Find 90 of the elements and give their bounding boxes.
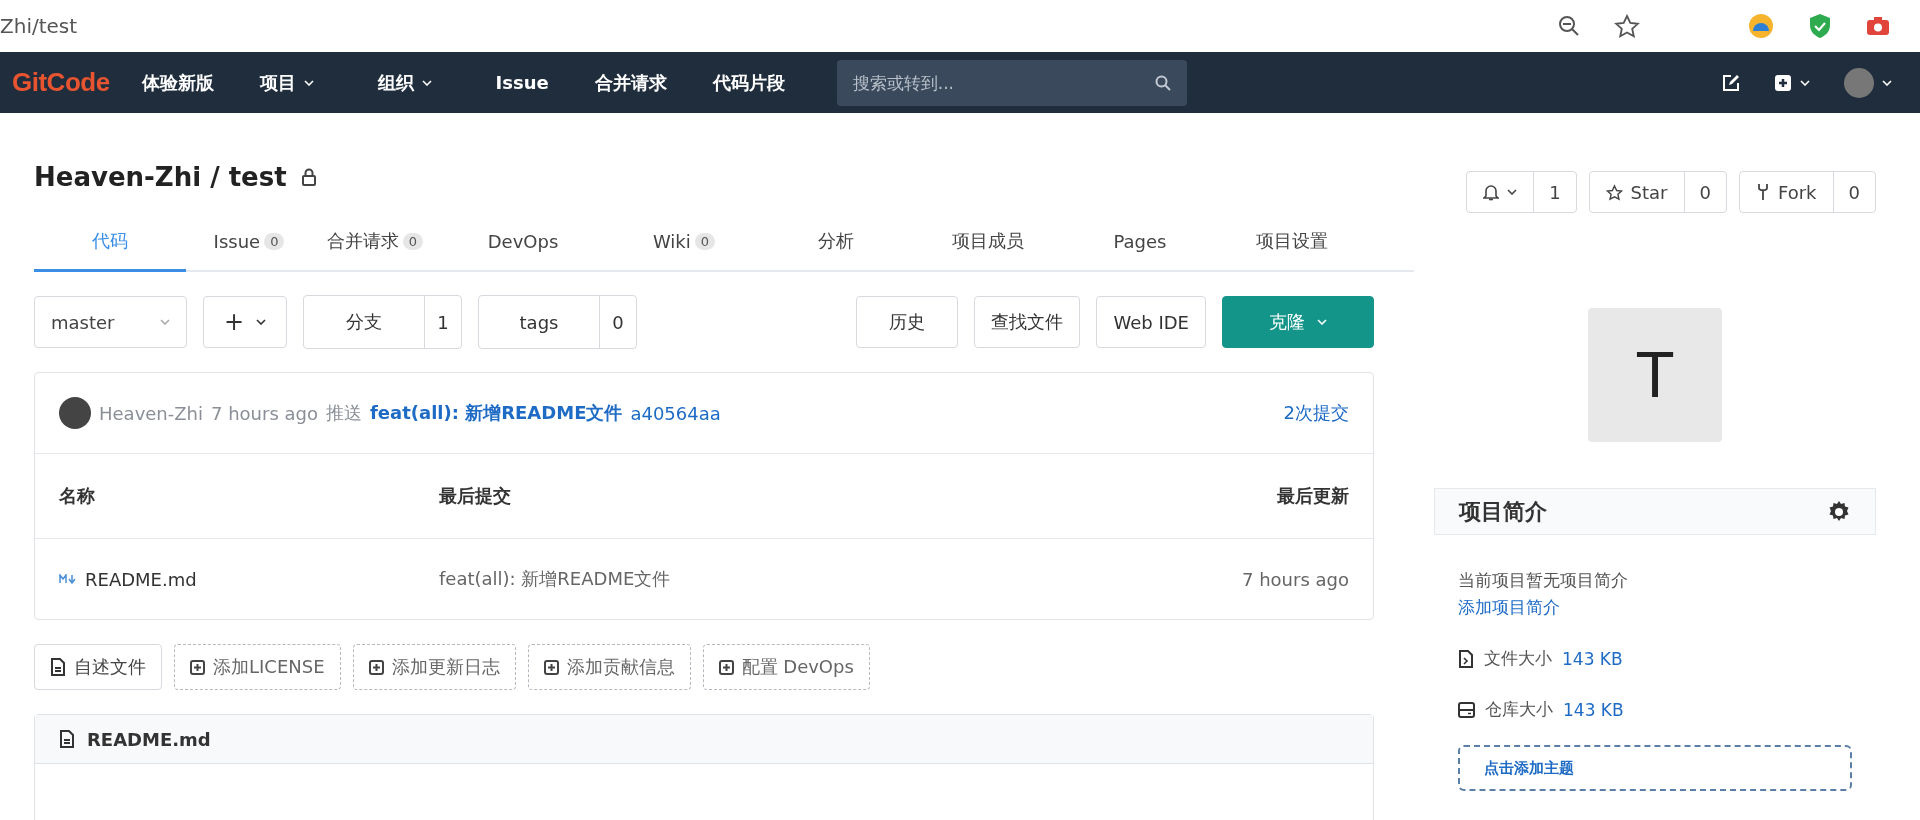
add-description-link[interactable]: 添加项目简介 (1458, 596, 1560, 619)
size-label: 仓库大小 (1485, 698, 1553, 721)
extension-icon[interactable] (1748, 13, 1774, 39)
nav-link[interactable]: 体验新版 (141, 70, 214, 95)
document-icon (59, 730, 75, 748)
plus-square-icon (543, 659, 559, 675)
zoom-out-icon[interactable] (1558, 15, 1580, 37)
tag-count[interactable]: 0 (600, 296, 636, 348)
fork-button[interactable]: Fork (1740, 172, 1834, 212)
add-file-button[interactable]: 添加LICENSE (174, 644, 341, 690)
add-file-button[interactable]: 添加更新日志 (352, 644, 516, 690)
commit-action: 推送 (326, 401, 362, 425)
markdown-icon (59, 574, 77, 584)
camera-icon[interactable] (1866, 16, 1890, 36)
caret-icon (160, 319, 170, 325)
branch-count[interactable]: 1 (425, 296, 461, 348)
add-file-button[interactable]: 配置 DevOps (702, 644, 870, 690)
count-badge: 0 (402, 232, 424, 250)
about-title: 项目简介 (1459, 497, 1547, 526)
logo[interactable]: GitCode (12, 67, 110, 98)
add-topic-button[interactable]: 点击添加主题 (1458, 745, 1852, 791)
tab[interactable]: DevOps (438, 215, 608, 272)
repo-title: Heaven-Zhi / test (34, 162, 287, 192)
shield-icon[interactable] (1808, 13, 1832, 39)
plus-square-icon (190, 659, 205, 675)
readme-button[interactable]: 自述文件 (34, 644, 162, 690)
plus-square-icon (368, 659, 384, 675)
branches-button[interactable]: 分支 (304, 296, 425, 348)
tab[interactable]: 分析 (760, 215, 912, 272)
fork-icon (1756, 183, 1770, 201)
readme-title: README.md (87, 728, 211, 750)
document-icon (50, 658, 66, 676)
count-badge: 0 (694, 232, 716, 250)
count-badge: 0 (264, 232, 285, 250)
column-header: 名称 (59, 484, 96, 508)
hard-drive-icon (1458, 701, 1475, 718)
caret-icon (1882, 79, 1892, 86)
file-commit-message[interactable]: feat(all): 新增README文件 (439, 567, 1242, 591)
file-name[interactable]: README.md (85, 568, 197, 590)
address-bar-text: Zhi/test (0, 14, 78, 38)
add-file-button[interactable]: 添加贡献信息 (527, 644, 691, 690)
commit-time: 7 hours ago (211, 402, 318, 424)
nav-link[interactable]: 组织 (377, 70, 432, 95)
clone-button[interactable]: 克隆 (1222, 296, 1374, 348)
search-field[interactable]: 搜索或转到... (836, 59, 1187, 106)
add-dropdown[interactable]: + (203, 296, 287, 348)
commit-count-link[interactable]: 2次提交 (1283, 401, 1349, 425)
about-empty-text: 当前项目暂无项目简介 (1458, 569, 1629, 592)
edit-icon[interactable] (1722, 73, 1740, 92)
column-header: 最后提交 (439, 484, 512, 508)
tab[interactable]: Issue 0 (186, 215, 312, 272)
file-updated-time: 7 hours ago (1242, 568, 1349, 590)
author-avatar (59, 397, 91, 429)
tab[interactable]: Wiki 0 (608, 215, 760, 272)
plus-square-icon[interactable] (1774, 73, 1792, 92)
commit-message[interactable]: feat(all): 新增README文件 (370, 401, 623, 425)
star-icon[interactable] (1614, 14, 1640, 38)
caret-icon (1317, 319, 1327, 325)
nav-link[interactable]: 代码片段 (712, 70, 785, 95)
tab[interactable]: 项目成员 (912, 215, 1064, 272)
lock-icon (300, 168, 317, 186)
size-label: 文件大小 (1484, 647, 1552, 670)
tab[interactable]: Pages (1064, 215, 1216, 272)
toolbar-button[interactable]: Web IDE (1096, 296, 1206, 348)
nav-link[interactable]: 合并请求 (594, 70, 667, 95)
file-icon (1458, 649, 1474, 668)
star-count[interactable]: 0 (1684, 172, 1726, 212)
column-header: 最后更新 (1277, 484, 1349, 508)
toolbar-button[interactable]: 历史 (856, 296, 959, 348)
commit-sha[interactable]: a40564aa (630, 402, 721, 424)
tab[interactable]: 合并请求 0 (312, 215, 438, 272)
branch-dropdown[interactable]: master (34, 296, 187, 348)
tab[interactable]: 项目设置 (1216, 215, 1368, 272)
fork-count[interactable]: 0 (1833, 172, 1875, 212)
bell-icon (1483, 183, 1500, 201)
star-button[interactable]: Star (1589, 172, 1685, 212)
user-avatar[interactable] (1844, 67, 1874, 98)
caret-icon (1507, 189, 1518, 195)
nav-link[interactable]: Issue (495, 72, 549, 93)
search-icon (1154, 74, 1171, 91)
plus-square-icon (718, 659, 734, 675)
nav-link[interactable]: 项目 (259, 70, 314, 95)
caret-icon (256, 319, 267, 325)
star-icon (1605, 183, 1623, 201)
tags-button[interactable]: tags (479, 296, 600, 348)
size-value: 143 KB (1563, 699, 1624, 720)
size-value: 143 KB (1562, 648, 1623, 669)
toolbar-button[interactable]: 查找文件 (974, 296, 1081, 348)
caret-icon (1800, 79, 1810, 86)
project-avatar: T (1588, 308, 1722, 442)
